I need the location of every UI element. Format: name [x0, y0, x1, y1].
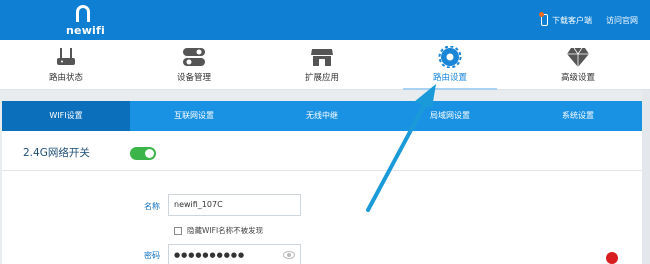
- nav-label: 路由状态: [48, 73, 83, 83]
- tab-system-settings[interactable]: 系统设置: [514, 101, 642, 131]
- diamond-icon: [567, 47, 589, 67]
- hide-ssid-checkbox[interactable]: [174, 226, 182, 235]
- settings-subtabs: WIFI设置 互联网设置 无线中继 局域网设置 系统设置: [2, 101, 642, 136]
- tab-wifi-settings[interactable]: WIFI设置: [2, 101, 130, 136]
- watermark-logo-icon: [472, 242, 490, 260]
- tab-wireless-relay[interactable]: 无线中继: [258, 101, 386, 131]
- phone-icon: [539, 12, 548, 26]
- nav-label: 扩展应用: [304, 73, 339, 83]
- wifi-name-input[interactable]: newifi_107C: [168, 194, 301, 216]
- wifi-24g-row: 2.4G网络开关: [2, 131, 642, 171]
- show-password-eye-icon[interactable]: [283, 251, 295, 259]
- tab-internet-settings[interactable]: 互联网设置: [130, 101, 258, 131]
- hide-ssid-label: 隐藏WIFI名称不被发现: [187, 226, 264, 235]
- name-label: 名称: [144, 202, 160, 211]
- wifi-24g-toggle[interactable]: [130, 147, 156, 160]
- hide-ssid-option[interactable]: 隐藏WIFI名称不被发现: [174, 225, 263, 236]
- logo-mark-icon: [76, 5, 90, 22]
- nav-label: 路由设置: [432, 73, 467, 83]
- brand-name: newifi: [66, 24, 105, 37]
- header-links: 下载客户端 访问官网: [539, 12, 638, 26]
- nav-device-management[interactable]: 设备管理: [139, 40, 249, 90]
- nav-extensions[interactable]: 扩展应用: [267, 40, 377, 90]
- toggles-icon: [183, 48, 205, 66]
- password-value: ●●●●●●●●●●: [174, 251, 246, 259]
- nav-router-settings[interactable]: 路由设置: [395, 40, 505, 90]
- password-label: 密码: [144, 251, 160, 260]
- scrollbar[interactable]: [642, 90, 650, 264]
- main-nav: 路由状态 设备管理 扩展应用 路由设置 高级设置: [0, 40, 650, 90]
- download-client-label: 下载客户端: [552, 15, 592, 25]
- top-header: newifi 下载客户端 访问官网: [0, 0, 650, 40]
- nav-label: 设备管理: [176, 73, 211, 83]
- close-badge-icon: [606, 252, 618, 264]
- nav-label: 高级设置: [560, 73, 595, 83]
- official-site-label: 访问官网: [606, 15, 638, 25]
- official-site-link[interactable]: 访问官网: [606, 15, 638, 26]
- wifi-password-input[interactable]: ●●●●●●●●●●: [168, 244, 301, 264]
- nav-router-status[interactable]: 路由状态: [11, 40, 121, 90]
- router-icon: [57, 48, 75, 65]
- newifi-logo[interactable]: newifi: [66, 3, 105, 39]
- wifi-24g-title: 2.4G网络开关: [23, 147, 90, 159]
- gear-icon: [438, 46, 462, 68]
- download-client-link[interactable]: 下载客户端: [539, 12, 592, 26]
- nav-advanced-settings[interactable]: 高级设置: [523, 40, 633, 90]
- wifi-settings-panel: 2.4G网络开关 名称 newifi_107C 隐藏WIFI名称不被发现 密码 …: [2, 131, 642, 264]
- tab-lan-settings[interactable]: 局域网设置: [386, 101, 514, 131]
- store-icon: [311, 49, 333, 66]
